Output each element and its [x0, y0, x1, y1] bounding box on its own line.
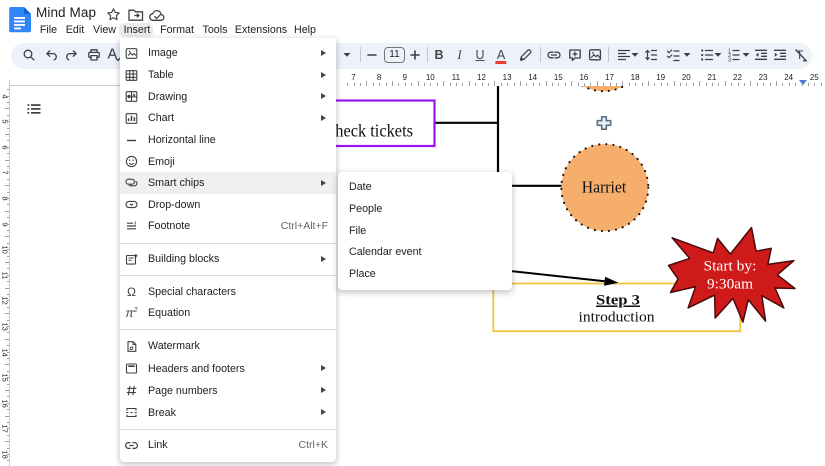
svg-text:3: 3	[728, 57, 731, 62]
svg-text:check tickets: check tickets	[328, 121, 413, 141]
svg-text:Step 3: Step 3	[596, 293, 640, 309]
svg-text:introduction: introduction	[579, 310, 656, 326]
svg-text:Harriet: Harriet	[582, 178, 627, 197]
svg-text:9:30am: 9:30am	[707, 277, 754, 293]
svg-text:Start by:: Start by:	[704, 259, 757, 275]
